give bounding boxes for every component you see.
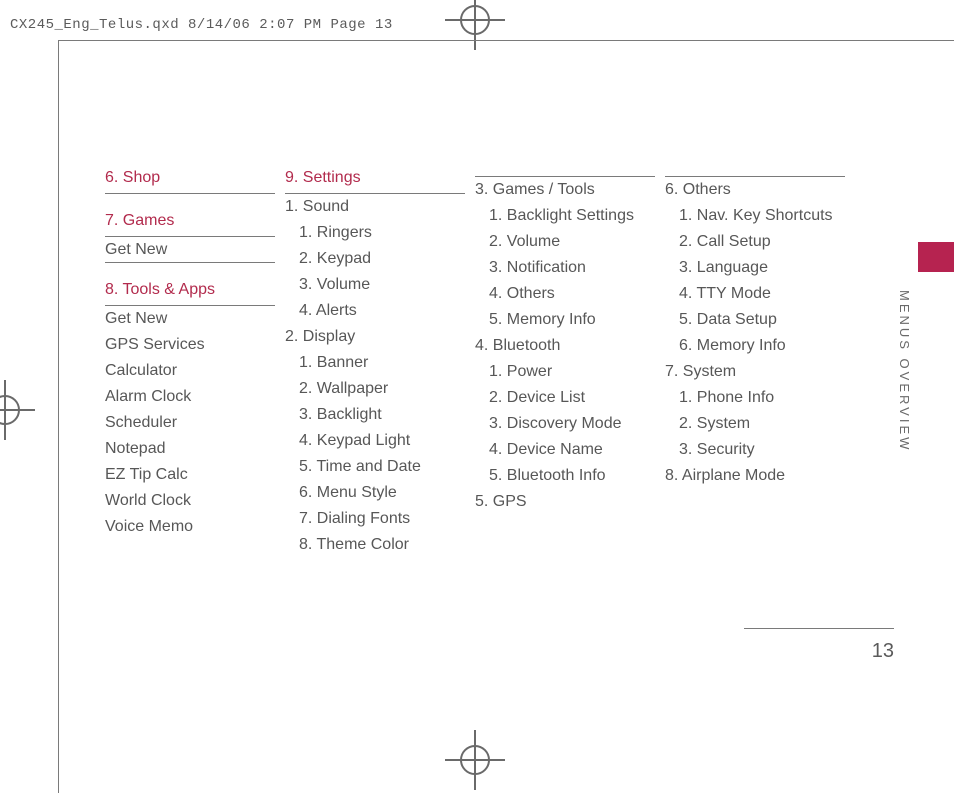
list-item: 2. Device List (475, 385, 655, 411)
list-item: Notepad (105, 436, 275, 462)
list-item: 1. Banner (285, 350, 465, 376)
list-item: 8. Theme Color (285, 532, 465, 558)
list-item: 4. TTY Mode (665, 281, 845, 307)
list-item: Alarm Clock (105, 384, 275, 410)
list-item: 5. Bluetooth Info (475, 463, 655, 489)
list-item: 3. Discovery Mode (475, 411, 655, 437)
list-item: 7. System (665, 359, 845, 385)
list-item: 5. Data Setup (665, 307, 845, 333)
list-item: 2. Wallpaper (285, 376, 465, 402)
registration-mark-icon (445, 0, 505, 50)
list-item: 3. Games / Tools (475, 177, 655, 203)
list-item: 3. Backlight (285, 402, 465, 428)
menu-games-heading: 7. Games (105, 208, 275, 237)
list-item: 1. Nav. Key Shortcuts (665, 203, 845, 229)
list-item: 1. Backlight Settings (475, 203, 655, 229)
list-item: 4. Keypad Light (285, 428, 465, 454)
list-item: 8. Airplane Mode (665, 463, 845, 489)
list-item: 4. Others (475, 281, 655, 307)
list-item: 1. Ringers (285, 220, 465, 246)
list-item: Get New (105, 306, 275, 332)
page-number-rule (744, 628, 894, 629)
list-item: 4. Device Name (475, 437, 655, 463)
list-item: GPS Services (105, 332, 275, 358)
menu-settings-heading: 9. Settings (285, 165, 465, 194)
menu-overview: 6. Shop 7. Games Get New 8. Tools & Apps… (105, 165, 889, 558)
page-frame (58, 40, 59, 793)
list-item: Scheduler (105, 410, 275, 436)
list-item: 5. GPS (475, 489, 655, 515)
page-frame (58, 40, 954, 41)
registration-mark-icon (445, 730, 505, 790)
list-item: Calculator (105, 358, 275, 384)
list-item: 2. Call Setup (665, 229, 845, 255)
list-item: 4. Bluetooth (475, 333, 655, 359)
column-4: 6. Others 1. Nav. Key Shortcuts 2. Call … (665, 165, 845, 558)
list-item: 3. Language (665, 255, 845, 281)
list-item: 1. Power (475, 359, 655, 385)
list-item: 2. Keypad (285, 246, 465, 272)
list-item: 6. Memory Info (665, 333, 845, 359)
list-item: World Clock (105, 488, 275, 514)
print-header: CX245_Eng_Telus.qxd 8/14/06 2:07 PM Page… (10, 17, 393, 33)
section-tab (918, 242, 954, 272)
list-item: Voice Memo (105, 514, 275, 540)
list-item: Get New (105, 237, 275, 263)
list-item: 2. Volume (475, 229, 655, 255)
list-item: 2. Display (285, 324, 465, 350)
list-item: 6. Others (665, 177, 845, 203)
list-item: 3. Notification (475, 255, 655, 281)
menu-tools-apps-heading: 8. Tools & Apps (105, 277, 275, 306)
page-number: 13 (872, 640, 894, 663)
list-item: 3. Volume (285, 272, 465, 298)
side-section-label: MENUS OVERVIEW (896, 290, 912, 452)
registration-mark-icon (0, 380, 35, 440)
list-item: EZ Tip Calc (105, 462, 275, 488)
column-1: 6. Shop 7. Games Get New 8. Tools & Apps… (105, 165, 275, 558)
list-item: 3. Security (665, 437, 845, 463)
column-2: 9. Settings 1. Sound 1. Ringers 2. Keypa… (285, 165, 465, 558)
menu-shop-heading: 6. Shop (105, 165, 275, 194)
list-item: 6. Menu Style (285, 480, 465, 506)
list-item: 1. Sound (285, 194, 465, 220)
list-item: 5. Time and Date (285, 454, 465, 480)
list-item: 5. Memory Info (475, 307, 655, 333)
list-item: 4. Alerts (285, 298, 465, 324)
list-item: 2. System (665, 411, 845, 437)
list-item: 7. Dialing Fonts (285, 506, 465, 532)
list-item: 1. Phone Info (665, 385, 845, 411)
column-3: 3. Games / Tools 1. Backlight Settings 2… (475, 165, 655, 558)
